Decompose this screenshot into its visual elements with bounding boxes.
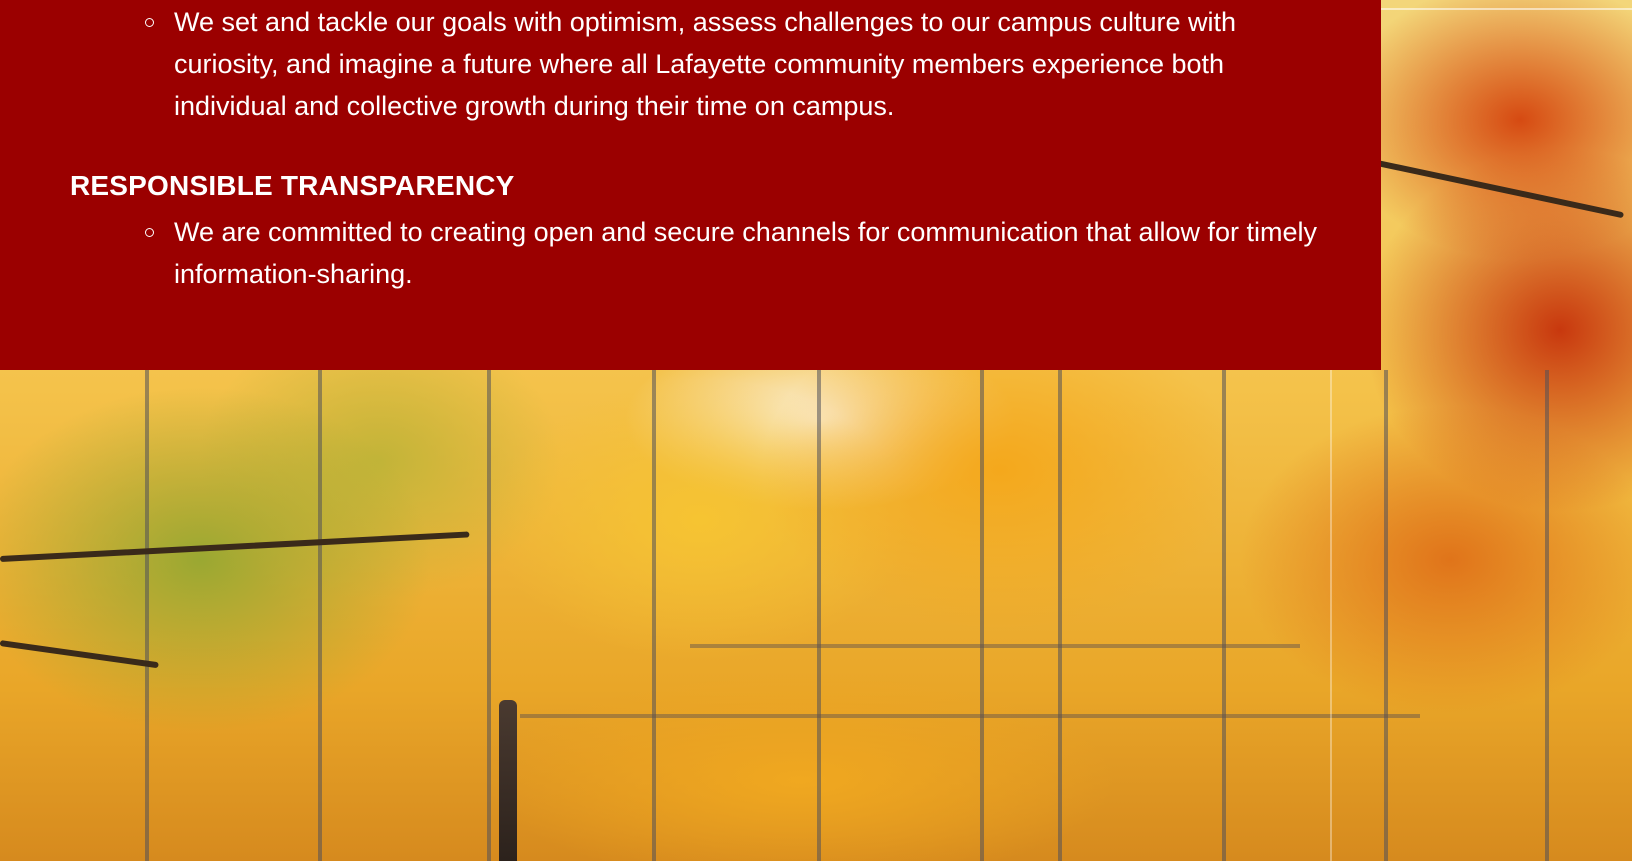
- previous-value-list: We set and tackle our goals with optimis…: [0, 1, 1381, 127]
- window-mullion: [817, 370, 821, 861]
- window-mullion: [145, 370, 149, 861]
- section-heading: RESPONSIBLE TRANSPARENCY: [70, 170, 515, 201]
- window-mullion: [1222, 370, 1226, 861]
- section-value-list: We are committed to creating open and se…: [0, 211, 1381, 295]
- window-mullion: [318, 370, 322, 861]
- circle-bullet-icon: [145, 18, 154, 27]
- window-mullion: [487, 370, 491, 861]
- values-panel: We set and tackle our goals with optimis…: [0, 0, 1381, 370]
- window-mullion: [980, 370, 984, 861]
- tree-branch: [0, 640, 159, 669]
- window-transom: [520, 714, 1420, 718]
- window-mullion: [1545, 370, 1549, 861]
- window-transom: [690, 644, 1300, 648]
- window-mullion: [652, 370, 656, 861]
- window-mullion: [1384, 370, 1388, 861]
- circle-bullet-icon: [145, 228, 154, 237]
- window-mullion: [1058, 370, 1062, 861]
- list-item-text: We set and tackle our goals with optimis…: [174, 7, 1236, 121]
- tree-branch: [0, 531, 470, 562]
- lamp-post: [499, 700, 517, 861]
- list-item-text: We are committed to creating open and se…: [174, 217, 1318, 289]
- list-item: We set and tackle our goals with optimis…: [0, 1, 1381, 127]
- page: We set and tackle our goals with optimis…: [0, 0, 1632, 861]
- list-item: We are committed to creating open and se…: [0, 211, 1381, 295]
